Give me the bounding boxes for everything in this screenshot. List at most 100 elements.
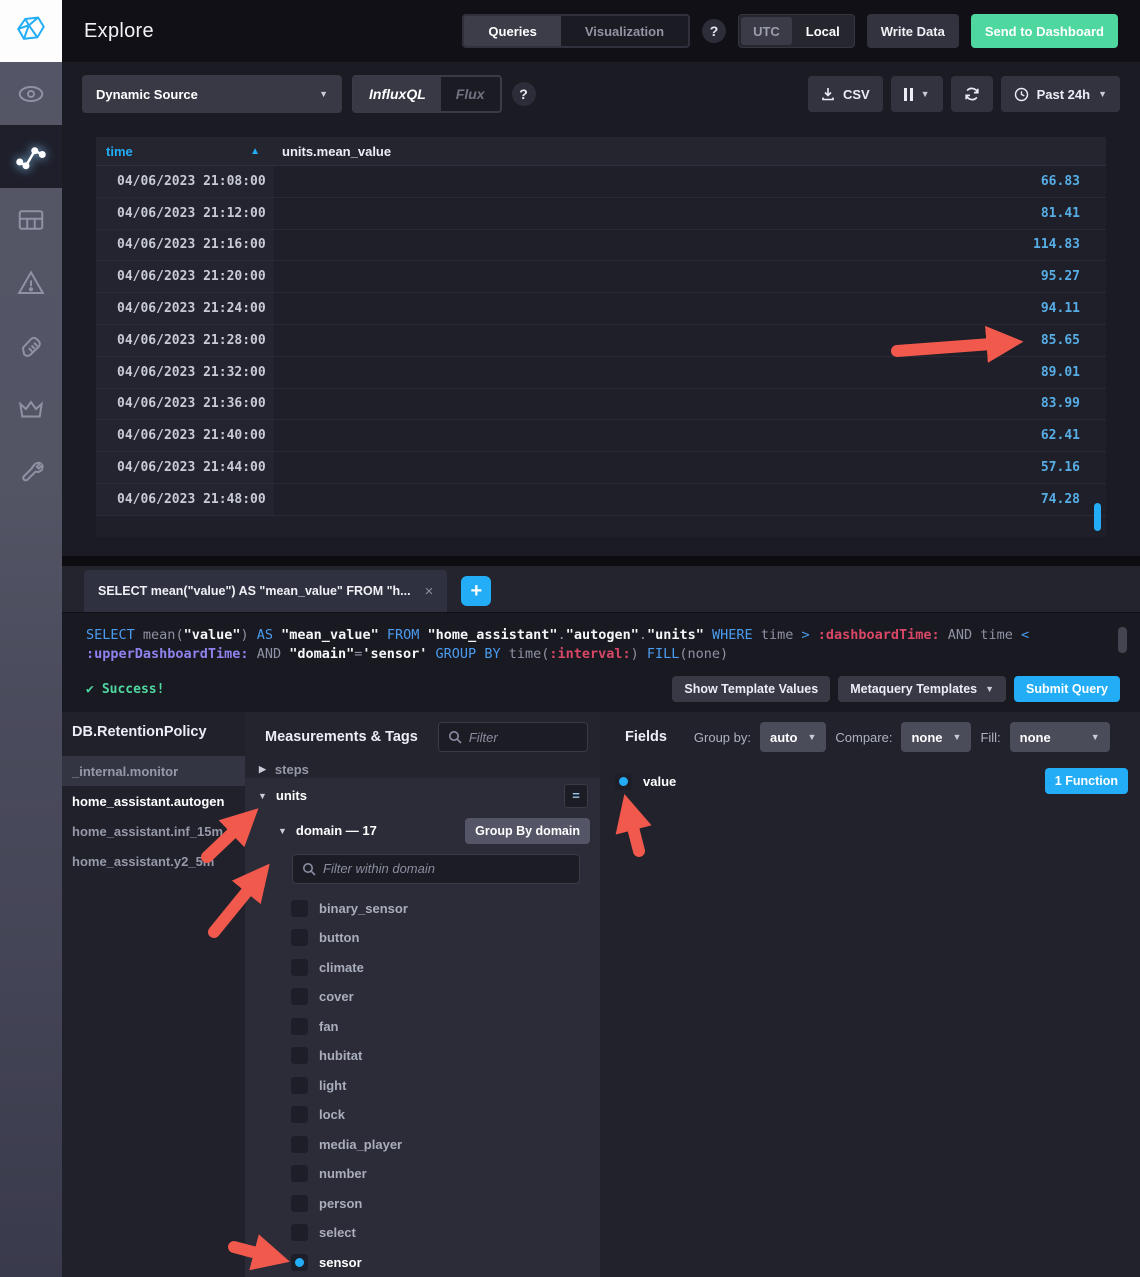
- query-editor[interactable]: SELECT mean("value") AS "mean_value" FRO…: [62, 612, 1140, 712]
- table-row[interactable]: 04/06/2023 21:36:0083.99: [96, 389, 1106, 421]
- table-row[interactable]: 04/06/2023 21:44:0057.16: [96, 452, 1106, 484]
- sidebar-item-integrations[interactable]: [0, 314, 62, 377]
- chronograf-logo[interactable]: [0, 0, 62, 62]
- glove-icon: [16, 331, 46, 361]
- close-icon[interactable]: ×: [425, 583, 434, 600]
- sidebar-item-explore[interactable]: [0, 125, 62, 188]
- tag-value-item[interactable]: media_player: [245, 1130, 600, 1160]
- tag-value-item[interactable]: sensor: [245, 1248, 600, 1277]
- query-builder: SELECT mean("value") AS "mean_value" FRO…: [62, 566, 1140, 1277]
- group-by-domain-button[interactable]: Group By domain: [465, 818, 590, 844]
- measurement-steps[interactable]: ▶ steps: [245, 762, 600, 778]
- tag-value-filter-input[interactable]: [293, 861, 579, 876]
- tag-value-checkbox[interactable]: [291, 1018, 308, 1035]
- help-icon[interactable]: ?: [702, 19, 726, 43]
- search-icon: [302, 862, 316, 876]
- timezone-local[interactable]: Local: [794, 17, 852, 45]
- tag-value-item[interactable]: cover: [245, 982, 600, 1012]
- tag-value-item[interactable]: fan: [245, 1012, 600, 1042]
- source-dropdown-label: Dynamic Source: [96, 87, 198, 102]
- tag-value-label: number: [319, 1166, 367, 1181]
- submit-query-button[interactable]: Submit Query: [1014, 676, 1120, 702]
- table-row[interactable]: 04/06/2023 21:12:0081.41: [96, 198, 1106, 230]
- function-count-button[interactable]: 1 Function: [1045, 768, 1128, 794]
- tag-value-checkbox[interactable]: [291, 1224, 308, 1241]
- tag-value-checkbox[interactable]: [291, 1254, 308, 1271]
- table-scrollbar-thumb[interactable]: [1094, 503, 1101, 531]
- influxql-toggle[interactable]: InfluxQL: [354, 77, 441, 111]
- tag-value-checkbox[interactable]: [291, 988, 308, 1005]
- crown-icon: [16, 394, 46, 424]
- pause-refresh-dropdown[interactable]: ▼: [891, 76, 943, 112]
- show-template-values-button[interactable]: Show Template Values: [672, 676, 830, 702]
- table-row[interactable]: 04/06/2023 21:24:0094.11: [96, 293, 1106, 325]
- time-range-dropdown[interactable]: Past 24h ▼: [1001, 76, 1120, 112]
- sidebar-item-hosts[interactable]: [0, 62, 62, 125]
- help-icon[interactable]: ?: [512, 82, 536, 106]
- timezone-utc[interactable]: UTC: [741, 17, 792, 45]
- results-table: time ▲ units.mean_value 04/06/2023 21:08…: [96, 137, 1106, 537]
- compare-dropdown[interactable]: none ▼: [901, 722, 971, 752]
- db-item[interactable]: home_assistant.y2_5m: [62, 846, 245, 876]
- table-row[interactable]: 04/06/2023 21:08:0066.83: [96, 166, 1106, 198]
- write-data-button[interactable]: Write Data: [867, 14, 959, 48]
- tag-value-item[interactable]: lock: [245, 1100, 600, 1130]
- tag-value-item[interactable]: select: [245, 1218, 600, 1248]
- equals-filter-badge[interactable]: =: [564, 784, 588, 808]
- db-item[interactable]: home_assistant.inf_15m: [62, 816, 245, 846]
- group-by-dropdown[interactable]: auto ▼: [760, 722, 826, 752]
- table-row[interactable]: 04/06/2023 21:28:0085.65: [96, 325, 1106, 357]
- tag-value-item[interactable]: hubitat: [245, 1041, 600, 1071]
- tag-value-item[interactable]: light: [245, 1071, 600, 1101]
- fill-dropdown[interactable]: none ▼: [1010, 722, 1110, 752]
- editor-footer: ✔ Success! Show Template Values Metaquer…: [86, 676, 1120, 702]
- metaquery-templates-dropdown[interactable]: Metaquery Templates ▼: [838, 676, 1006, 702]
- tag-value-checkbox[interactable]: [291, 1106, 308, 1123]
- table-row[interactable]: 04/06/2023 21:48:0074.28: [96, 484, 1106, 516]
- tag-value-checkbox[interactable]: [291, 900, 308, 917]
- source-dropdown[interactable]: Dynamic Source ▼: [82, 75, 342, 113]
- tag-value-checkbox[interactable]: [291, 929, 308, 946]
- add-query-button[interactable]: +: [461, 576, 491, 606]
- query-tab[interactable]: SELECT mean("value") AS "mean_value" FRO…: [84, 570, 447, 612]
- chevron-down-icon: ▼: [278, 826, 287, 836]
- tag-domain[interactable]: ▼ domain — 17 Group By domain: [245, 814, 600, 848]
- tag-value-checkbox[interactable]: [291, 1077, 308, 1094]
- tab-queries[interactable]: Queries: [464, 16, 560, 46]
- tag-value-filter[interactable]: [292, 854, 580, 884]
- tag-value-checkbox[interactable]: [291, 1165, 308, 1182]
- sidebar-item-dashboards[interactable]: [0, 188, 62, 251]
- tag-value-item[interactable]: climate: [245, 953, 600, 983]
- send-to-dashboard-button[interactable]: Send to Dashboard: [971, 14, 1118, 48]
- tag-value-item[interactable]: person: [245, 1189, 600, 1219]
- measurements-filter[interactable]: [438, 722, 588, 752]
- pause-icon: [904, 88, 913, 101]
- tab-visualization[interactable]: Visualization: [561, 16, 688, 46]
- measurement-units[interactable]: ▼ units =: [245, 778, 600, 814]
- sidebar-item-configuration[interactable]: [0, 440, 62, 503]
- fields-title: Fields: [615, 729, 677, 745]
- tag-value-checkbox[interactable]: [291, 959, 308, 976]
- column-header-time[interactable]: time ▲: [96, 144, 274, 159]
- table-row[interactable]: 04/06/2023 21:20:0095.27: [96, 261, 1106, 293]
- db-item[interactable]: home_assistant.autogen: [62, 786, 245, 816]
- field-value-checkbox[interactable]: [615, 773, 632, 790]
- tag-value-item[interactable]: button: [245, 923, 600, 953]
- refresh-button[interactable]: [951, 76, 993, 112]
- flux-toggle[interactable]: Flux: [441, 77, 500, 111]
- table-row[interactable]: 04/06/2023 21:32:0089.01: [96, 357, 1106, 389]
- table-row[interactable]: 04/06/2023 21:16:00114.83: [96, 230, 1106, 262]
- db-item[interactable]: _internal.monitor: [62, 756, 245, 786]
- field-row-value[interactable]: value 1 Function: [615, 768, 1128, 794]
- editor-scrollbar-thumb[interactable]: [1118, 627, 1127, 653]
- download-csv-button[interactable]: CSV: [808, 76, 883, 112]
- tag-value-checkbox[interactable]: [291, 1195, 308, 1212]
- tag-value-item[interactable]: binary_sensor: [245, 894, 600, 924]
- sidebar-item-admin[interactable]: [0, 377, 62, 440]
- tag-value-checkbox[interactable]: [291, 1136, 308, 1153]
- tag-value-item[interactable]: number: [245, 1159, 600, 1189]
- table-row[interactable]: 04/06/2023 21:40:0062.41: [96, 420, 1106, 452]
- tag-value-checkbox[interactable]: [291, 1047, 308, 1064]
- column-header-mean-value[interactable]: units.mean_value: [274, 144, 1106, 159]
- sidebar-item-alerting[interactable]: [0, 251, 62, 314]
